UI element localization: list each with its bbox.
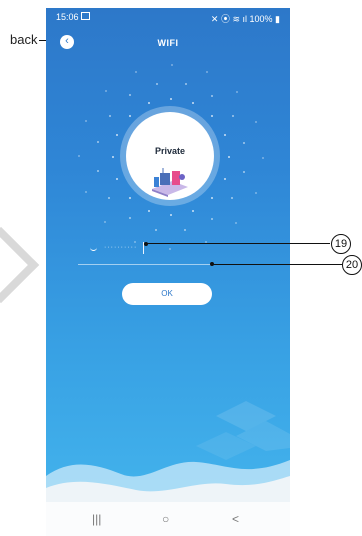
decorative-dot	[108, 196, 111, 199]
decorative-dot	[170, 98, 172, 100]
decorative-dot	[104, 220, 107, 223]
decorative-dot	[228, 156, 230, 158]
status-time: 15:06	[56, 12, 79, 22]
decorative-dot	[128, 197, 131, 199]
phone-screen: 15:06 ✕ ⦿ ≋ ıl 100% ▮ ‹ WIFI Private ···…	[46, 8, 290, 536]
decorative-dot	[78, 155, 80, 158]
decorative-dot	[211, 197, 213, 199]
decorative-dot	[128, 114, 131, 117]
decorative-dot	[105, 90, 108, 93]
decorative-dot	[108, 114, 111, 117]
system-nav-bar: ||| ○ <	[46, 502, 290, 536]
decorative-dot	[97, 141, 100, 144]
decorative-dot	[116, 178, 119, 181]
callout-20: 20	[342, 255, 362, 275]
battery-icon: ▮	[275, 14, 280, 24]
decorative-dot	[261, 156, 264, 159]
decorative-dot	[211, 94, 214, 97]
decorative-dot	[134, 240, 137, 243]
status-battery: 100%	[249, 14, 273, 24]
wifi-ssid: Private	[154, 146, 186, 156]
decorative-dot	[210, 217, 213, 220]
decorative-dot	[169, 247, 172, 250]
decorative-dot	[235, 91, 238, 94]
decorative-dot	[184, 83, 187, 86]
decorative-dot	[129, 94, 132, 97]
decorative-dot	[147, 102, 150, 105]
annotation-19-line	[146, 243, 330, 244]
decorative-dot	[84, 190, 87, 193]
callout-19: 19	[331, 234, 351, 254]
page-title: WIFI	[157, 38, 179, 48]
decorative-dot	[85, 120, 88, 123]
decorative-dot	[254, 191, 257, 194]
decorative-chevron	[0, 226, 40, 304]
decorative-dot	[155, 83, 158, 86]
status-right: ✕ ⦿ ≋ ıl 100% ▮	[211, 12, 280, 25]
decorative-dot	[170, 214, 172, 216]
decorative-dot	[255, 121, 258, 124]
password-visibility-icon[interactable]	[90, 247, 97, 251]
decorative-dot	[192, 209, 195, 212]
decorative-dot	[135, 70, 138, 73]
recents-icon[interactable]: |||	[92, 512, 101, 526]
decorative-dot	[128, 217, 131, 220]
decorative-dot	[231, 197, 234, 200]
decorative-dot	[112, 156, 114, 158]
decorative-dot	[155, 228, 158, 231]
decorative-dot	[170, 64, 173, 66]
decorative-dot	[97, 170, 100, 173]
router-illustration-icon	[152, 168, 188, 197]
decorative-dot	[242, 170, 245, 173]
decorative-dot	[205, 71, 208, 74]
decorative-dot	[234, 221, 237, 224]
decorative-dot	[147, 209, 150, 212]
home-icon[interactable]: ○	[162, 512, 169, 526]
decorative-dot	[211, 114, 213, 117]
decorative-dot	[223, 178, 226, 181]
image-notification-icon	[81, 12, 90, 20]
password-input[interactable]: ··········	[104, 244, 137, 251]
decorative-dot	[116, 133, 119, 136]
decorative-dot	[242, 141, 245, 144]
decorative-dot	[223, 133, 226, 136]
decorative-dot	[184, 228, 187, 231]
decorative-dot	[192, 102, 195, 105]
status-bar: 15:06 ✕ ⦿ ≋ ıl 100% ▮	[46, 8, 290, 26]
decorative-dot	[231, 115, 234, 118]
nav-back-icon[interactable]: <	[232, 512, 239, 526]
signal-icons: ✕ ⦿ ≋ ıl	[210, 14, 250, 24]
annotation-20-line	[212, 264, 342, 265]
annotation-back-label: back	[10, 32, 38, 47]
ok-button[interactable]: OK	[122, 283, 212, 305]
